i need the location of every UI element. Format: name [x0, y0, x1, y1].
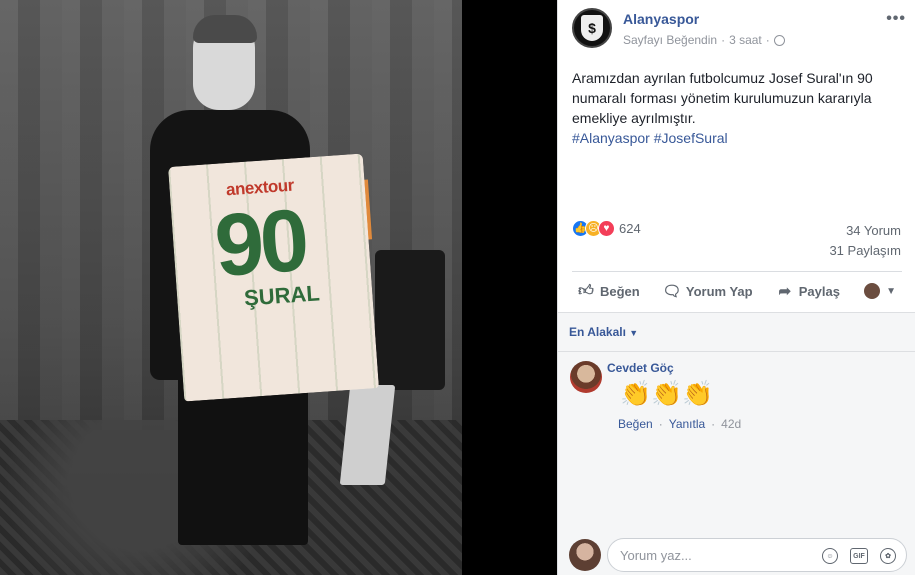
- more-options-icon[interactable]: •••: [886, 10, 906, 28]
- comment-input[interactable]: Yorum yaz... ☺ GIF ✿: [607, 538, 907, 572]
- sticker-icon[interactable]: ✿: [880, 548, 896, 564]
- share-button[interactable]: ➦ Paylaş: [771, 283, 846, 300]
- like-label: Beğen: [600, 283, 640, 299]
- post-photo[interactable]: anextour 90 ŞURAL: [0, 0, 557, 575]
- love-reaction-icon: ♥: [598, 219, 615, 237]
- jersey-player-name: ŞURAL: [243, 280, 321, 311]
- post-header: $ Alanyaspor Sayfayı Beğendin · 3 saat ·…: [572, 8, 906, 52]
- jersey-number: 90: [211, 189, 309, 296]
- person-hair: [193, 15, 257, 43]
- emoji-icon[interactable]: ☺: [822, 548, 838, 564]
- share-arrow-icon: ➦: [778, 283, 792, 300]
- thumbs-up-icon: 👍︎: [578, 282, 594, 299]
- comment-emoji: 👏👏👏: [620, 380, 714, 408]
- comment-placeholder: Yorum yaz...: [620, 547, 692, 563]
- post-body: Aramızdan ayrılan futbolcumuz Josef Sura…: [572, 70, 873, 126]
- share-label: Paylaş: [798, 283, 840, 299]
- sort-label: En Alakalı: [569, 325, 626, 339]
- comments-section: En Alakalı ▼ Cevdet Göç 👏👏👏 Beğen · Yanı…: [558, 312, 915, 575]
- post-time[interactable]: 3 saat: [729, 33, 762, 47]
- action-bar: 👍︎ Beğen 🗨︎ Yorum Yap ➦ Paylaş ▼: [572, 273, 902, 309]
- comment-reply-link[interactable]: Yanıtla: [669, 417, 705, 431]
- photo-scene: anextour 90 ŞURAL: [0, 0, 462, 575]
- divider: [558, 351, 915, 352]
- post-as-selector[interactable]: ▼: [858, 283, 902, 299]
- page-name-link[interactable]: Alanyaspor: [623, 11, 699, 27]
- liked-status: Sayfayı Beğendin: [623, 33, 718, 47]
- comment-like-link[interactable]: Beğen: [618, 417, 653, 431]
- comment-time[interactable]: 42d: [721, 417, 741, 431]
- speech-bubble-icon: 🗨︎: [662, 283, 682, 300]
- share-count[interactable]: 31 Paylaşım: [829, 241, 901, 261]
- chair: [375, 250, 445, 390]
- post-text: Aramızdan ayrılan futbolcumuz Josef Sura…: [572, 68, 902, 148]
- composer-icons: ☺ GIF ✿: [822, 548, 896, 564]
- commenter-avatar[interactable]: [570, 361, 602, 393]
- post-hashtags[interactable]: #Alanyaspor #JosefSural: [572, 130, 728, 146]
- page-avatar[interactable]: $: [572, 8, 612, 48]
- caret-down-icon: ▼: [886, 285, 896, 297]
- comment-composer: Yorum yaz... ☺ GIF ✿: [558, 535, 915, 575]
- divider: [572, 271, 902, 272]
- comment-button[interactable]: 🗨︎ Yorum Yap: [658, 283, 759, 300]
- comment-sort-dropdown[interactable]: En Alakalı ▼: [569, 325, 638, 339]
- caret-down-icon: ▼: [629, 328, 639, 338]
- comment-count[interactable]: 34 Yorum: [829, 221, 901, 241]
- like-button[interactable]: 👍︎ Beğen: [572, 282, 646, 299]
- club-crest-icon: $: [581, 15, 603, 41]
- gif-icon[interactable]: GIF: [850, 548, 868, 564]
- comment-actions: Beğen · Yanıtla · 42d: [618, 417, 742, 431]
- my-avatar: [569, 539, 601, 571]
- comment-label: Yorum Yap: [685, 283, 753, 299]
- reaction-count: 624: [619, 220, 641, 236]
- user-avatar: [864, 283, 881, 299]
- post-meta: Sayfayı Beğendin · 3 saat ·: [623, 33, 785, 47]
- globe-icon: [773, 34, 785, 46]
- post-panel: $ Alanyaspor Sayfayı Beğendin · 3 saat ·…: [557, 0, 915, 575]
- reactions-summary[interactable]: 👍 ☹ ♥ 624: [572, 219, 641, 237]
- engagement-counts: 34 Yorum 31 Paylaşım: [829, 221, 901, 261]
- commenter-name[interactable]: Cevdet Göç: [607, 361, 674, 375]
